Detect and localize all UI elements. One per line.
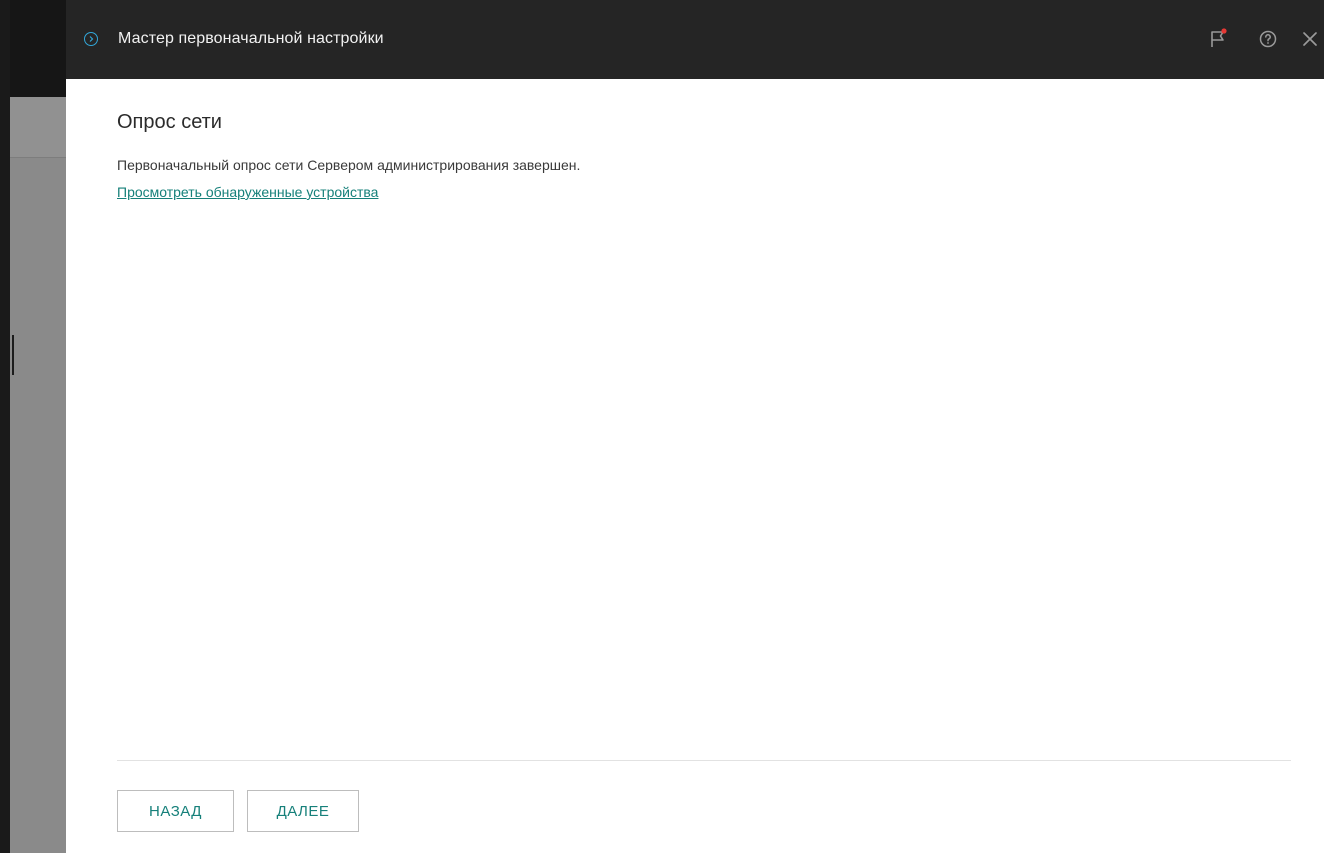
notification-dot-icon — [1221, 28, 1227, 34]
wizard-panel: Мастер первоначальной настройки Опрос се… — [66, 0, 1324, 853]
close-icon[interactable] — [1298, 27, 1322, 51]
view-discovered-devices-link[interactable]: Просмотреть обнаруженные устройства — [117, 184, 378, 200]
help-icon[interactable] — [1256, 27, 1280, 51]
flag-icon[interactable] — [1206, 27, 1230, 51]
footer-divider — [117, 760, 1291, 761]
backdrop-border — [0, 0, 10, 853]
wizard-header: Мастер первоначальной настройки — [66, 0, 1324, 79]
step-description: Первоначальный опрос сети Сервером админ… — [117, 157, 581, 173]
backdrop-app-toolbar — [10, 97, 66, 158]
next-button[interactable]: ДАЛЕЕ — [247, 790, 359, 832]
chevron-circle-icon — [84, 32, 98, 46]
backdrop-marker — [12, 335, 14, 375]
back-button[interactable]: НАЗАД — [117, 790, 234, 832]
wizard-title: Мастер первоначальной настройки — [118, 30, 384, 47]
backdrop-app-header — [10, 0, 66, 97]
step-title: Опрос сети — [117, 111, 222, 133]
